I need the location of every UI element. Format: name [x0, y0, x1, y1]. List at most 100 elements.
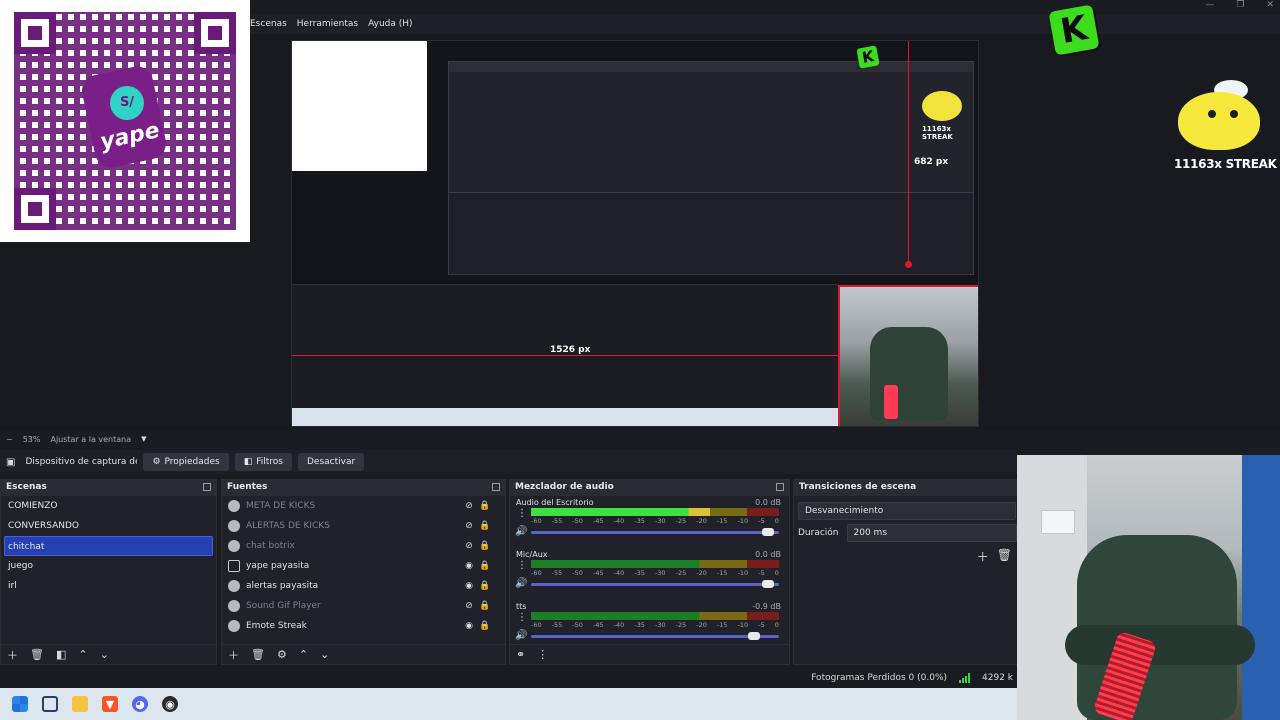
scenes-title: Escenas [6, 482, 47, 492]
undock-icon[interactable] [203, 483, 211, 491]
guide-line-horizontal [292, 355, 838, 356]
duration-input[interactable]: 200 ms [846, 524, 1017, 542]
lock-icon[interactable]: 🔒 [477, 521, 493, 531]
nested-docks [449, 192, 973, 274]
undock-icon[interactable] [492, 483, 500, 491]
volume-slider[interactable] [531, 528, 779, 536]
lock-icon[interactable]: 🔒 [477, 541, 493, 551]
trash-icon[interactable]: 🗑 [251, 648, 265, 661]
eye-icon[interactable]: ◉ [461, 581, 477, 591]
speaker-icon[interactable]: 🔊 [515, 630, 527, 641]
move-up-icon[interactable]: ⌃ [299, 648, 308, 661]
eye-hidden-icon[interactable]: ⊘ [461, 501, 477, 511]
trash-icon[interactable]: 🗑 [30, 648, 44, 661]
lock-icon[interactable]: 🔒 [477, 621, 493, 631]
deactivate-button[interactable]: Desactivar [298, 453, 365, 471]
source-item[interactable]: chat botrix ⊘ 🔒 [222, 536, 505, 556]
move-up-icon[interactable]: ⌃ [78, 648, 87, 661]
chair-shape [870, 327, 948, 421]
eye-icon[interactable]: ◉ [461, 561, 477, 571]
scale-tick: -5 [758, 621, 765, 629]
speaker-icon[interactable]: 🔊 [515, 578, 527, 589]
lock-icon[interactable]: 🔒 [477, 581, 493, 591]
lock-icon[interactable]: 🔒 [477, 561, 493, 571]
scene-item[interactable]: CONVERSANDO [1, 516, 216, 536]
zoom-fit-label[interactable]: Ajustar a la ventana [50, 435, 131, 444]
move-down-icon[interactable]: ⌄ [100, 648, 109, 661]
add-icon[interactable]: ＋ [977, 548, 989, 565]
filter-icon[interactable]: ◧ [56, 648, 66, 661]
move-down-icon[interactable]: ⌄ [320, 648, 329, 661]
task-view-icon[interactable] [42, 696, 58, 712]
kebab-menu-icon[interactable]: ⋮ [517, 508, 527, 519]
volume-slider[interactable] [531, 632, 779, 640]
source-item[interactable]: alertas payasita ◉ 🔒 [222, 576, 505, 596]
menu-scenes[interactable]: Escenas [250, 19, 287, 29]
scene-item[interactable]: juego [1, 556, 216, 576]
scale-tick: -40 [613, 517, 625, 525]
eye-hidden-icon[interactable]: ⊘ [461, 601, 477, 611]
kebab-menu-icon[interactable]: ⋮ [517, 612, 527, 623]
channel-db: 0.0 dB [755, 550, 781, 559]
selected-camera-source[interactable] [838, 285, 978, 426]
speaker-icon[interactable]: 🔊 [515, 526, 527, 537]
source-item[interactable]: yape payasita ◉ 🔒 [222, 556, 505, 576]
lock-icon[interactable]: 🔒 [477, 501, 493, 511]
scene-item[interactable]: COMIENZO [1, 496, 216, 516]
volume-slider[interactable] [531, 580, 779, 588]
kebab-menu-icon[interactable]: ⋮ [517, 560, 527, 571]
add-icon[interactable]: ＋ [228, 647, 239, 663]
kebab-menu-icon[interactable]: ⋮ [537, 648, 548, 661]
windows-start-icon[interactable] [12, 696, 28, 712]
close-button[interactable]: ✕ [1266, 0, 1274, 14]
minimize-button[interactable]: — [1205, 0, 1214, 14]
discord-icon[interactable]: ◕ [132, 696, 148, 712]
advanced-audio-icon[interactable]: ⚭ [516, 648, 525, 661]
volume-slider-handle[interactable] [762, 528, 775, 536]
source-item[interactable]: META DE KICKS ⊘ 🔒 [222, 496, 505, 516]
brave-browser-icon[interactable]: ▼ [102, 696, 118, 712]
eye-hidden-icon[interactable]: ⊘ [461, 521, 477, 531]
source-item[interactable]: Sound Gif Player ⊘ 🔒 [222, 596, 505, 616]
transition-select[interactable]: Desvanecimiento [798, 502, 1016, 520]
kick-logo-icon: K [1048, 4, 1100, 56]
scene-item[interactable]: irl [1, 576, 216, 596]
lock-icon[interactable]: 🔒 [477, 601, 493, 611]
properties-button[interactable]: ⚙ Propiedades [143, 453, 229, 471]
chair-arm-shape [1065, 625, 1255, 665]
transitions-dock-header: Transiciones de escena [794, 480, 1020, 496]
preview-canvas[interactable]: K 11163x STREAK 682 px 1526 px [291, 40, 979, 427]
bee-eye [1208, 110, 1216, 118]
filter-icon: ◧ [243, 457, 253, 467]
scale-tick: -5 [758, 517, 765, 525]
obs-icon[interactable]: ◉ [162, 696, 178, 712]
volume-slider-handle[interactable] [762, 580, 775, 588]
filters-button[interactable]: ◧ Filtros [234, 453, 292, 471]
add-icon[interactable]: ＋ [7, 647, 18, 663]
eye-icon[interactable]: ◉ [461, 621, 477, 631]
eye-hidden-icon[interactable]: ⊘ [461, 541, 477, 551]
scale-tick: -50 [572, 621, 583, 629]
mixer-dock-header: Mezclador de audio [510, 480, 789, 496]
scene-item[interactable]: chitchat [4, 536, 213, 556]
source-item[interactable]: Emote Streak ◉ 🔒 [222, 616, 505, 636]
volume-meter [531, 508, 779, 516]
source-item[interactable]: ALERTAS DE KICKS ⊘ 🔒 [222, 516, 505, 536]
chevron-down-icon[interactable]: ▼ [141, 435, 146, 443]
maximize-button[interactable]: ❐ [1236, 0, 1244, 14]
menu-help[interactable]: Ayuda (H) [368, 19, 412, 29]
trash-icon[interactable]: 🗑 [997, 548, 1012, 565]
audio-mixer-dock: Mezclador de audio Audio del Escritorio 0… [509, 479, 790, 665]
zoom-out-button[interactable]: − [6, 435, 13, 444]
volume-slider-handle[interactable] [748, 632, 761, 640]
scale-tick: -10 [737, 517, 749, 525]
guide-handle[interactable] [905, 261, 912, 268]
menu-tools[interactable]: Herramientas [297, 19, 358, 29]
file-explorer-icon[interactable] [72, 696, 88, 712]
scale-tick: -40 [613, 621, 625, 629]
sources-title: Fuentes [227, 482, 268, 492]
image-source-icon [228, 560, 240, 572]
undock-icon[interactable] [776, 483, 784, 491]
source-toolbar: ▣ Dispositivo de captura de v ⚙ Propiedad… [0, 450, 1017, 474]
gear-icon[interactable]: ⚙ [277, 648, 287, 661]
